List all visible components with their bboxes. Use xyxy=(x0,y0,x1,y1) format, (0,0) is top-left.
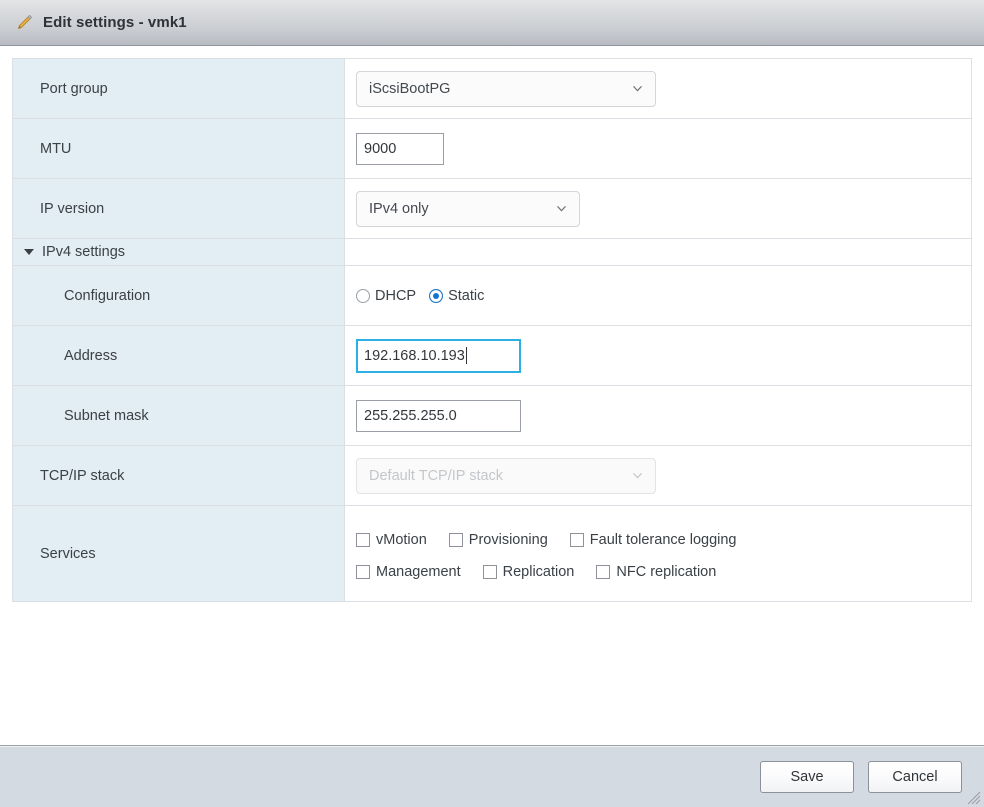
save-button[interactable]: Save xyxy=(760,760,854,793)
label-port-group: Port group xyxy=(13,59,345,118)
value-tcpip-stack: Default TCP/IP stack xyxy=(345,446,971,505)
checkbox-provisioning-label: Provisioning xyxy=(468,531,548,548)
section-header-ipv4-settings[interactable]: IPv4 settings xyxy=(13,239,345,265)
value-address: 192.168.10.193 xyxy=(345,326,971,385)
row-port-group: Port group iScsiBootPG xyxy=(13,59,971,119)
cancel-button[interactable]: Cancel xyxy=(868,760,962,793)
pencil-icon xyxy=(18,14,32,29)
chevron-down-icon xyxy=(633,85,642,91)
dialog-title: Edit settings - vmk1 xyxy=(43,14,187,31)
row-configuration: Configuration DHCP Static xyxy=(13,266,971,326)
dialog-footer: Save Cancel xyxy=(0,745,984,807)
radio-option-static[interactable]: Static xyxy=(429,288,484,304)
checkbox-vmotion-label: vMotion xyxy=(376,531,427,548)
row-ip-version: IP version IPv4 only xyxy=(13,179,971,239)
subnet-mask-input[interactable]: 255.255.255.0 xyxy=(356,399,521,432)
chevron-down-icon xyxy=(633,472,642,478)
row-mtu: MTU 9000 xyxy=(13,119,971,179)
checkbox-provisioning-icon[interactable] xyxy=(448,532,463,547)
radio-option-dhcp[interactable]: DHCP xyxy=(356,288,416,304)
mtu-input-value: 9000 xyxy=(364,140,397,157)
label-ip-version: IP version xyxy=(13,179,345,238)
value-ipv4-settings xyxy=(345,239,971,265)
value-ip-version: IPv4 only xyxy=(345,179,971,238)
checkbox-replication-label: Replication xyxy=(502,563,575,580)
radio-dhcp-icon[interactable] xyxy=(356,288,370,303)
label-address: Address xyxy=(13,326,345,385)
edit-settings-dialog: Edit settings - vmk1 Port group iScsiBoo… xyxy=(0,0,984,807)
checkbox-replication-icon[interactable] xyxy=(482,564,497,579)
services-row-2: Management Replication NFC replication xyxy=(356,564,738,580)
checkbox-fault-tolerance-logging-label: Fault tolerance logging xyxy=(589,531,737,548)
tcpip-stack-select-value: Default TCP/IP stack xyxy=(369,467,504,484)
caret-down-icon[interactable] xyxy=(24,249,34,255)
address-input[interactable]: 192.168.10.193 xyxy=(356,338,521,373)
checkbox-option-nfc-replication[interactable]: NFC replication xyxy=(596,564,716,580)
checkbox-management-label: Management xyxy=(376,563,461,580)
value-port-group: iScsiBootPG xyxy=(345,59,971,118)
label-ipv4-settings: IPv4 settings xyxy=(42,244,126,260)
tcpip-stack-select: Default TCP/IP stack xyxy=(356,457,656,494)
row-address: Address 192.168.10.193 xyxy=(13,326,971,386)
mtu-input[interactable]: 9000 xyxy=(356,132,444,165)
row-subnet-mask: Subnet mask 255.255.255.0 xyxy=(13,386,971,446)
checkbox-option-replication[interactable]: Replication xyxy=(482,563,575,580)
value-configuration: DHCP Static xyxy=(345,266,971,325)
ip-version-select[interactable]: IPv4 only xyxy=(356,190,580,227)
label-mtu: MTU xyxy=(13,119,345,178)
checkbox-vmotion-icon[interactable] xyxy=(356,532,370,547)
chevron-down-icon xyxy=(557,205,566,211)
ip-version-select-value: IPv4 only xyxy=(369,200,429,217)
checkbox-fault-tolerance-logging-icon[interactable] xyxy=(569,532,584,547)
port-group-select-value: iScsiBootPG xyxy=(369,80,451,97)
radio-static-label: Static xyxy=(448,287,485,304)
checkbox-management-icon[interactable] xyxy=(356,564,370,579)
label-configuration: Configuration xyxy=(13,266,345,325)
checkbox-option-management[interactable]: Management xyxy=(356,564,461,580)
dialog-body: Port group iScsiBootPG MTU 9000 IP versi… xyxy=(0,46,984,745)
services-row-1: vMotion Provisioning Fault tolerance log… xyxy=(356,532,759,548)
checkbox-nfc-replication-label: NFC replication xyxy=(616,563,717,580)
checkbox-nfc-replication-icon[interactable] xyxy=(596,564,611,579)
address-input-value: 192.168.10.193 xyxy=(364,347,465,364)
radio-static-icon[interactable] xyxy=(429,288,444,303)
label-services: Services xyxy=(13,506,345,601)
label-subnet-mask: Subnet mask xyxy=(13,386,345,445)
resize-grip-icon[interactable] xyxy=(967,791,981,805)
configuration-radio-group: DHCP Static xyxy=(356,288,490,304)
checkbox-option-fault-tolerance-logging[interactable]: Fault tolerance logging xyxy=(569,531,737,548)
subnet-mask-input-value: 255.255.255.0 xyxy=(364,407,457,424)
settings-form-table: Port group iScsiBootPG MTU 9000 IP versi… xyxy=(12,58,972,602)
row-tcpip-stack: TCP/IP stack Default TCP/IP stack xyxy=(13,446,971,506)
label-tcpip-stack: TCP/IP stack xyxy=(13,446,345,505)
dialog-titlebar: Edit settings - vmk1 xyxy=(0,0,984,46)
radio-dhcp-label: DHCP xyxy=(375,287,417,304)
value-mtu: 9000 xyxy=(345,119,971,178)
row-ipv4-settings-section[interactable]: IPv4 settings xyxy=(13,239,971,266)
checkbox-option-vmotion[interactable]: vMotion xyxy=(356,532,427,548)
port-group-select[interactable]: iScsiBootPG xyxy=(356,70,656,107)
row-services: Services vMotion Provisioning Fault tole… xyxy=(13,506,971,602)
text-cursor xyxy=(465,347,467,364)
checkbox-option-provisioning[interactable]: Provisioning xyxy=(448,531,548,548)
value-subnet-mask: 255.255.255.0 xyxy=(345,386,971,445)
value-services: vMotion Provisioning Fault tolerance log… xyxy=(345,506,971,601)
